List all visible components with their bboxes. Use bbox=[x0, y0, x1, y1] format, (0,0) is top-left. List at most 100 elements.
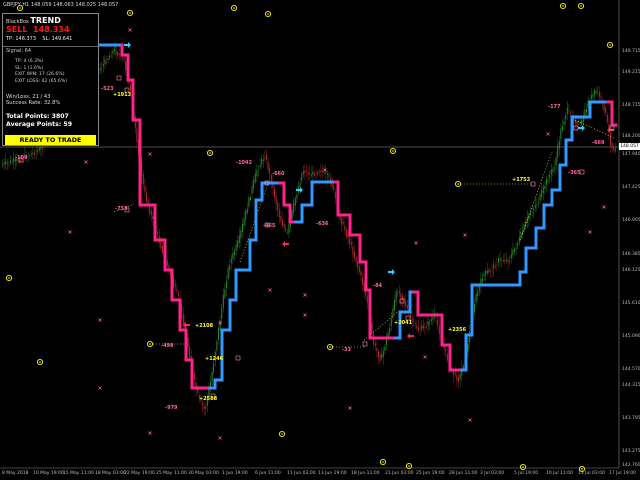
target-dot bbox=[392, 150, 394, 152]
candle-body bbox=[34, 153, 35, 155]
candle-body bbox=[525, 221, 527, 227]
candle-body bbox=[312, 171, 314, 175]
candle-body bbox=[243, 218, 245, 226]
total-points: Total Points: 3807 bbox=[6, 113, 69, 120]
time-tick: 11 Jun 03:00 bbox=[287, 471, 316, 476]
candle-body bbox=[581, 120, 583, 125]
stop-cross bbox=[268, 288, 272, 292]
rate-block: Win/Loss: 21 / 43 Success Rate: 32.8% bbox=[6, 94, 60, 107]
candle-body bbox=[515, 247, 517, 249]
candle-body bbox=[562, 126, 563, 130]
candle-body bbox=[453, 371, 455, 375]
stop-cross bbox=[303, 293, 307, 297]
candle-body bbox=[341, 218, 343, 225]
candle-body bbox=[414, 323, 416, 325]
candle-body bbox=[512, 249, 514, 256]
exit-box bbox=[116, 75, 122, 81]
candle-body bbox=[30, 153, 32, 155]
candle-body bbox=[586, 109, 587, 113]
candle-body bbox=[219, 320, 221, 330]
candle-body bbox=[458, 377, 459, 382]
candle-body bbox=[106, 62, 107, 63]
candle-body bbox=[518, 237, 520, 243]
price-tick: 149.215 bbox=[622, 70, 640, 75]
candle-body bbox=[568, 110, 570, 111]
candle-body bbox=[3, 162, 5, 165]
stop-cross bbox=[588, 230, 592, 234]
candle-body bbox=[291, 210, 293, 220]
target-dot bbox=[580, 5, 582, 7]
price-tick: 147.425 bbox=[622, 185, 640, 190]
candle-body bbox=[514, 248, 515, 252]
target-dot bbox=[129, 12, 131, 14]
candle-body bbox=[432, 317, 434, 320]
candle-body bbox=[491, 270, 493, 271]
time-tick: 3 Jul 03:00 bbox=[480, 471, 505, 476]
candle-body bbox=[421, 325, 423, 330]
candle-body bbox=[99, 68, 101, 71]
price-tick: 147.940 bbox=[622, 152, 640, 157]
candle-body bbox=[342, 222, 344, 224]
candle-body bbox=[182, 314, 184, 325]
candle-body bbox=[560, 128, 562, 140]
signal-price: 148.334 bbox=[33, 25, 70, 34]
candle-body bbox=[315, 173, 317, 175]
candle-body bbox=[10, 160, 11, 163]
candle-body bbox=[397, 293, 399, 295]
candle-body bbox=[259, 164, 261, 167]
ready-to-trade-button[interactable]: READY TO TRADE bbox=[5, 135, 96, 145]
candle-body bbox=[160, 241, 162, 249]
stop-cross bbox=[218, 436, 222, 440]
target-dot bbox=[39, 361, 41, 363]
candle-body bbox=[477, 291, 479, 297]
candle-body bbox=[101, 67, 103, 69]
candle-body bbox=[349, 238, 351, 244]
candle-body bbox=[234, 251, 235, 255]
candle-body bbox=[429, 323, 431, 325]
candle-body bbox=[482, 278, 483, 282]
candle-body bbox=[507, 260, 509, 263]
candle-body bbox=[286, 231, 288, 233]
time-tick: 18 Jun 11:00 bbox=[351, 471, 380, 476]
candle-body bbox=[304, 170, 306, 173]
candle-body bbox=[371, 323, 373, 333]
signal-stats: TP: 4 (6.3%) SL: 1 (1.6%) EXIT WIN: 17 (… bbox=[15, 59, 67, 85]
candle-body bbox=[362, 277, 363, 285]
candle-body bbox=[114, 48, 115, 52]
trade-label: -33 bbox=[342, 347, 352, 353]
candle-body bbox=[174, 284, 176, 287]
exit-box bbox=[362, 341, 368, 347]
candle-body bbox=[445, 348, 447, 352]
stop-crosses bbox=[68, 28, 606, 440]
candle-body bbox=[325, 172, 327, 174]
candle-body bbox=[176, 289, 178, 292]
candle-body bbox=[11, 162, 13, 163]
panel-brand: BlackBox TREND bbox=[6, 16, 61, 25]
candle-body bbox=[142, 174, 144, 185]
candle-body bbox=[216, 341, 218, 351]
candle-body bbox=[178, 294, 179, 297]
candle-body bbox=[416, 325, 418, 329]
candle-body bbox=[509, 259, 511, 261]
candle-body bbox=[107, 58, 109, 60]
time-tick: 21 Jun 03:00 bbox=[385, 471, 414, 476]
time-tick: 13 Jul 03:00 bbox=[578, 471, 605, 476]
candle-body bbox=[510, 254, 512, 259]
trade-markers bbox=[18, 42, 615, 399]
stop-cross bbox=[546, 132, 550, 136]
time-tick: 28 Jun 11:00 bbox=[449, 471, 478, 476]
candle-body bbox=[552, 168, 554, 172]
candle-body bbox=[613, 146, 615, 151]
signal-count: Signal: 64 bbox=[6, 48, 31, 54]
stop-cross bbox=[148, 431, 152, 435]
candle-body bbox=[8, 163, 10, 164]
candle-body bbox=[38, 147, 40, 151]
trade-label: +2588 bbox=[199, 396, 218, 402]
target-dot bbox=[581, 468, 583, 470]
stop-cross bbox=[423, 355, 427, 359]
time-tick: 10 May 19:00 bbox=[33, 471, 64, 476]
target-dot bbox=[281, 433, 283, 435]
candle-body bbox=[6, 162, 8, 164]
candle-body bbox=[520, 232, 522, 239]
success-rate: Success Rate: 32.8% bbox=[6, 100, 61, 107]
